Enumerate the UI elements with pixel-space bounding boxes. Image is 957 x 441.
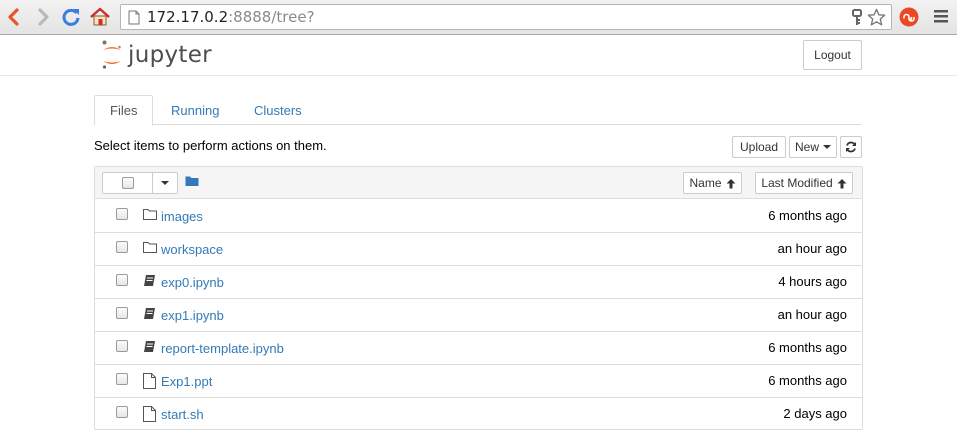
row-select-checkbox[interactable] (116, 208, 128, 220)
file-name-link[interactable]: exp0.ipynb (161, 275, 224, 290)
file-name-link[interactable]: workspace (161, 242, 223, 257)
row-select-checkbox[interactable] (116, 373, 128, 385)
jupyter-logo[interactable]: jupyter (101, 39, 212, 71)
jupyter-header: jupyter Logout (0, 35, 957, 76)
browser-menu-icon[interactable] (933, 9, 949, 24)
address-bar[interactable]: 172.17.0.2:8888/tree? (120, 4, 892, 30)
notebook-icon (143, 274, 156, 290)
select-all-dropdown[interactable] (102, 172, 178, 194)
forward-button[interactable] (31, 4, 55, 30)
stumbleupon-extension-icon[interactable] (899, 7, 919, 27)
file-row[interactable]: images 6 months ago (95, 200, 862, 233)
home-icon (90, 7, 110, 26)
folder-icon[interactable] (185, 175, 199, 187)
arrow-up-icon (726, 178, 735, 188)
jupyter-logo-text: jupyter (128, 42, 212, 68)
row-select-checkbox[interactable] (116, 241, 128, 253)
jupyter-logo-icon (102, 40, 121, 69)
selection-hint: Select items to perform actions on them. (94, 138, 327, 153)
folder-icon (143, 241, 157, 256)
notebook-icon (143, 340, 156, 356)
file-icon (143, 373, 156, 392)
row-select-checkbox[interactable] (116, 307, 128, 319)
url-text: 172.17.0.2:8888/tree? (147, 8, 315, 26)
tab-bar: Files Running Clusters (94, 95, 862, 126)
file-name-link[interactable]: exp1.ipynb (161, 308, 224, 323)
last-modified-text: 6 months ago (768, 340, 847, 355)
last-modified-text: 4 hours ago (778, 274, 847, 289)
back-button[interactable] (2, 4, 26, 30)
refresh-icon (846, 141, 856, 153)
browser-toolbar: 172.17.0.2:8888/tree? (0, 0, 957, 35)
logout-button[interactable]: Logout (803, 40, 862, 70)
tab-clusters[interactable]: Clusters (239, 95, 317, 125)
file-list-header: Name Last Modified (95, 167, 862, 199)
bookmark-star-icon[interactable] (867, 8, 886, 27)
new-dropdown-button[interactable]: New (789, 136, 837, 158)
file-icon (143, 406, 156, 425)
refresh-button[interactable] (840, 136, 862, 158)
arrow-up-icon (837, 178, 847, 188)
back-arrow-icon (8, 8, 19, 26)
last-modified-text: 2 days ago (783, 406, 847, 421)
sort-by-name-button[interactable]: Name (683, 172, 742, 194)
tab-running[interactable]: Running (156, 95, 234, 125)
sort-by-modified-button[interactable]: Last Modified (755, 172, 853, 194)
last-modified-text: 6 months ago (768, 373, 847, 388)
tab-files[interactable]: Files (94, 95, 154, 126)
last-modified-text: an hour ago (777, 307, 847, 322)
file-row[interactable]: start.sh 2 days ago (95, 398, 862, 431)
sort-modified-label: Last Modified (761, 176, 833, 190)
reload-icon (62, 8, 80, 26)
key-icon[interactable] (851, 9, 863, 26)
row-select-checkbox[interactable] (116, 340, 128, 352)
file-list: Name Last Modified images 6 months ago wor… (94, 166, 863, 430)
home-button[interactable] (88, 4, 112, 30)
file-row[interactable]: exp0.ipynb 4 hours ago (95, 266, 862, 299)
select-all-checkbox[interactable] (121, 177, 134, 189)
file-row[interactable]: Exp1.ppt 6 months ago (95, 365, 862, 398)
row-select-checkbox[interactable] (116, 406, 128, 418)
file-row[interactable]: exp1.ipynb an hour ago (95, 299, 862, 332)
url-path: :8888/tree? (228, 8, 315, 26)
file-row[interactable]: report-template.ipynb 6 months ago (95, 332, 862, 365)
forward-arrow-icon (38, 8, 49, 26)
notebook-icon (143, 307, 156, 323)
reload-button[interactable] (59, 4, 83, 30)
last-modified-text: an hour ago (777, 241, 847, 256)
file-row[interactable]: workspace an hour ago (95, 233, 862, 266)
file-name-link[interactable]: start.sh (161, 407, 204, 422)
file-name-link[interactable]: Exp1.ppt (161, 374, 212, 389)
url-host: 172.17.0.2 (147, 8, 229, 26)
last-modified-text: 6 months ago (768, 208, 847, 223)
file-name-link[interactable]: report-template.ipynb (161, 341, 284, 356)
sort-name-label: Name (689, 176, 722, 190)
chevron-down-icon[interactable] (161, 181, 169, 185)
chevron-down-icon (823, 145, 831, 149)
new-button-label: New (794, 140, 819, 154)
file-name-link[interactable]: images (161, 209, 203, 224)
page-icon (128, 10, 140, 25)
row-select-checkbox[interactable] (116, 274, 128, 286)
upload-button[interactable]: Upload (732, 136, 786, 158)
folder-icon (143, 208, 157, 223)
